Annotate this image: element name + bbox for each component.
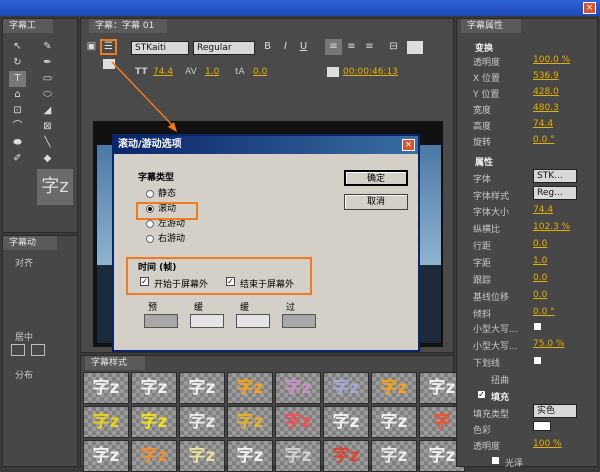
radio-icon [146, 219, 154, 228]
dialog-title: 滚动/游动选项 [114, 136, 418, 154]
start-off-checkbox[interactable]: ✓ [140, 277, 149, 286]
end-off-checkbox[interactable]: ✓ [226, 277, 235, 286]
radio-icon [146, 234, 154, 243]
roll-crawl-dialog: 滚动/游动选项 × 字幕类型 静态 滚动 左游动 右游动 确定 取消 时间 (帧) ✓… [112, 134, 420, 352]
timing-field-input[interactable] [236, 314, 270, 328]
ok-button[interactable]: 确定 [344, 170, 408, 186]
timing-field-input[interactable] [282, 314, 316, 328]
start-off-label[interactable]: 开始于屏幕外 [154, 277, 208, 290]
end-off-label[interactable]: 结束于屏幕外 [240, 277, 294, 290]
title-type-option[interactable]: 右游动 [146, 231, 185, 244]
radio-icon [146, 189, 154, 198]
option-label: 右游动 [158, 234, 186, 244]
timing-field-input[interactable] [190, 314, 224, 328]
timing-field-input[interactable] [144, 314, 178, 328]
cancel-button[interactable]: 取消 [344, 194, 408, 210]
title-type-option[interactable]: 静态 [146, 186, 176, 199]
title-type-label: 字幕类型 [138, 173, 175, 183]
dialog-close-button[interactable]: × [402, 139, 415, 151]
option-label: 静态 [158, 189, 177, 199]
timing-label: 时间 (帧) [138, 263, 177, 273]
option-label: 左游动 [158, 219, 186, 229]
roll-highlight [136, 202, 198, 220]
